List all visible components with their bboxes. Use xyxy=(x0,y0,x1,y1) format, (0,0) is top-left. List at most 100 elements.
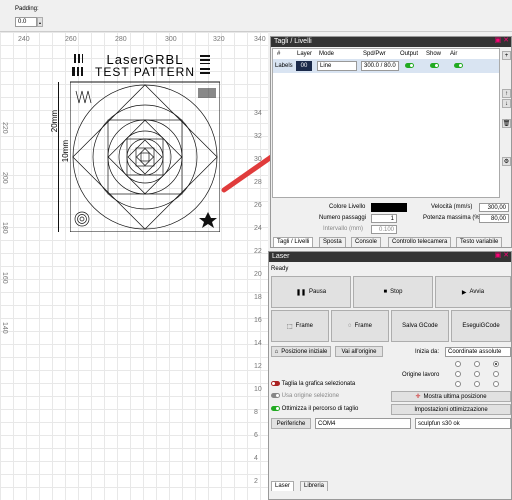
origin-radio[interactable] xyxy=(474,361,480,367)
spdpwr-value[interactable]: 300.0 / 80.0 xyxy=(361,61,399,71)
move-up-button[interactable]: ↑ xyxy=(502,89,511,98)
ruler-tick: 8 xyxy=(254,409,258,416)
col-header: Mode xyxy=(319,51,335,57)
frame-round-button[interactable]: ◌ Frame xyxy=(331,310,389,342)
origin-radio[interactable] xyxy=(493,381,499,387)
usa-toggle-row[interactable]: Usa origine selezione xyxy=(271,393,339,399)
ottimizza-toggle-row[interactable]: Ottimizza il percorso di taglio xyxy=(271,406,358,412)
table-header: # Layer Mode Spd/Pwr Output Show Air xyxy=(273,49,499,59)
save-gcode-button[interactable]: Salva GCode xyxy=(391,310,449,342)
ruler-tick: 200 xyxy=(1,172,8,184)
origin-radio[interactable] xyxy=(493,361,499,367)
padding-stepper[interactable]: ▴ xyxy=(37,17,43,27)
frame-button[interactable]: ⬚ Frame xyxy=(271,310,329,342)
usa-toggle[interactable] xyxy=(271,393,280,398)
ruler-tick: 220 xyxy=(1,122,8,134)
show-toggle[interactable] xyxy=(430,63,439,69)
ruler-tick: 20 xyxy=(254,271,262,278)
taglia-toggle-row[interactable]: Taglia la grafica selezionata xyxy=(271,381,355,387)
tab-libreria[interactable]: Libreria xyxy=(300,481,329,491)
home-icon: ⌂ xyxy=(274,348,279,355)
cuts-table: # Layer Mode Spd/Pwr Output Show Air Lab… xyxy=(272,48,500,198)
taglia-toggle[interactable] xyxy=(271,381,280,386)
ruler-tick: 2 xyxy=(254,478,258,485)
ruler-tick: 26 xyxy=(254,202,262,209)
ruler-tick: 240 xyxy=(18,36,30,43)
intervallo-input[interactable]: 0.100 xyxy=(371,225,397,234)
output-toggle[interactable] xyxy=(405,63,414,69)
ruler-tick: 10 xyxy=(254,386,262,393)
cuts-title: Tagli / Livelli xyxy=(274,38,312,45)
window-buttons-icon[interactable]: ▣ ✕ xyxy=(495,37,509,45)
potenza-input[interactable]: 80,00 xyxy=(479,214,509,223)
origin-radio[interactable] xyxy=(455,371,461,377)
mode-select[interactable]: Line xyxy=(317,61,357,71)
ruler-tick: 160 xyxy=(1,272,8,284)
frame-icon: ⬚ xyxy=(286,323,293,330)
laser-panel: Laser ▣ ✕ Ready ❚❚ Pausa ■ Stop ▶ Avvia ⬚ Fra… xyxy=(268,251,512,500)
inizia-select[interactable]: Coordinate assolute xyxy=(445,347,511,357)
settings-button[interactable]: ⚙ xyxy=(502,157,511,166)
row-label: Labels xyxy=(275,63,293,69)
home-button[interactable]: ⌂ Posizione iniziale xyxy=(271,346,331,357)
table-row[interactable]: Labels 00 Line 300.0 / 80.0 xyxy=(273,59,499,73)
ruler-tick: 18 xyxy=(254,294,262,301)
ruler-tick: 30 xyxy=(254,156,262,163)
air-toggle[interactable] xyxy=(454,63,463,69)
laser-title: Laser xyxy=(272,253,290,260)
window-buttons-icon[interactable]: ▣ ✕ xyxy=(495,252,509,260)
padding-label: Padding: xyxy=(15,6,39,12)
stop-icon: ■ xyxy=(383,289,388,295)
ruler-tick: 300 xyxy=(165,36,177,43)
delete-layer-button[interactable]: 🗑 xyxy=(502,119,511,128)
col-header: Spd/Pwr xyxy=(363,51,386,57)
origin-radio[interactable] xyxy=(474,381,480,387)
pause-button[interactable]: ❚❚ Pausa xyxy=(271,276,351,308)
tab-testo[interactable]: Testo variabile xyxy=(456,237,503,247)
color-swatch[interactable] xyxy=(371,203,407,212)
start-button[interactable]: ▶ Avvia xyxy=(435,276,511,308)
stop-button[interactable]: ■ Stop xyxy=(353,276,433,308)
cuts-title-bar: Tagli / Livelli ▣ ✕ xyxy=(271,37,511,47)
crosshair-icon: ✛ xyxy=(415,394,421,400)
velocita-input[interactable]: 300,00 xyxy=(479,203,509,212)
go-origin-button[interactable]: Vai all'origine xyxy=(335,346,383,357)
ruler-tick: 4 xyxy=(254,455,258,462)
origin-radio[interactable] xyxy=(455,381,461,387)
devices-button[interactable]: Periferiche xyxy=(271,418,311,429)
add-layer-button[interactable]: + xyxy=(502,51,511,60)
passaggi-input[interactable]: 1 xyxy=(371,214,397,223)
origin-radio[interactable] xyxy=(455,361,461,367)
test-pattern[interactable]: LaserGRBL TEST PATTERN xyxy=(70,50,220,232)
ottimizza-toggle[interactable] xyxy=(271,406,280,411)
dimension-10mm: 10mm xyxy=(61,140,70,163)
origin-radio[interactable] xyxy=(474,371,480,377)
optimization-settings-button[interactable]: Impostazioni ottimizzazione xyxy=(391,404,511,415)
ruler-tick: 16 xyxy=(254,317,262,324)
ruler-tick: 32 xyxy=(254,133,262,140)
colore-label: Colore Livello xyxy=(329,204,366,210)
potenza-label: Potenza massima (%) xyxy=(423,215,482,221)
left-ruler: 220 200 180 160 140 xyxy=(0,32,10,500)
inizia-label: Inizia da: xyxy=(415,349,440,355)
tab-tagli[interactable]: Tagli / Livelli xyxy=(273,237,314,247)
tab-laser[interactable]: Laser xyxy=(271,481,295,491)
col-header: Show xyxy=(426,51,442,57)
tab-console[interactable]: Console xyxy=(351,237,382,247)
tab-telecamera[interactable]: Controllo telecamera xyxy=(388,237,452,247)
tab-sposta[interactable]: Sposta xyxy=(319,237,346,247)
padding-input[interactable]: 0.0 xyxy=(15,17,37,27)
layer-chip[interactable]: 00 xyxy=(296,61,312,71)
move-down-button[interactable]: ↓ xyxy=(502,99,511,108)
ruler-tick: 34 xyxy=(254,110,262,117)
port-select[interactable]: COM4 xyxy=(315,418,411,429)
run-gcode-button[interactable]: EseguiGCode xyxy=(451,310,511,342)
device-select[interactable]: sculpfun s30 ok xyxy=(415,418,511,429)
passaggi-label: Numero passaggi xyxy=(319,215,367,221)
top-ruler: 240 260 280 300 320 340 xyxy=(0,36,268,46)
ruler-tick: 320 xyxy=(213,36,225,43)
origin-radio[interactable] xyxy=(493,371,499,377)
ruler-tick: 140 xyxy=(1,322,8,334)
show-last-position-button[interactable]: ✛ Mostra ultima posizione xyxy=(391,391,511,402)
col-header: # xyxy=(277,51,281,57)
